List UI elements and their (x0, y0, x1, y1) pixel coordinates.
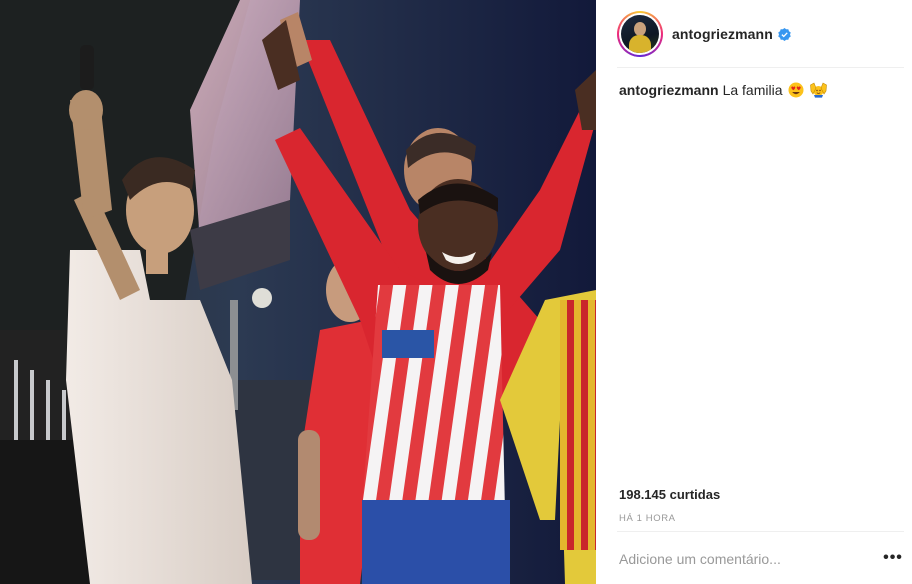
verified-badge-icon (778, 27, 791, 41)
comment-divider (617, 531, 904, 532)
post-caption: antogriezmann La familia (619, 81, 828, 99)
avatar[interactable] (621, 15, 659, 53)
story-ring[interactable] (617, 11, 663, 57)
comment-input[interactable] (619, 548, 859, 570)
username-link[interactable]: antogriezmann (672, 26, 773, 42)
post-side-panel: antogriezmann antogriezmann La familia 19… (596, 0, 912, 584)
more-options-button[interactable]: ••• (883, 548, 903, 568)
caption-username-link[interactable]: antogriezmann (619, 82, 719, 98)
likes-count[interactable]: 198.145 curtidas (619, 487, 720, 502)
post-header: antogriezmann (596, 0, 912, 68)
post-photo[interactable] (0, 0, 596, 584)
post-timestamp[interactable]: HÁ 1 HORA (619, 513, 676, 524)
more-options-icon: ••• (883, 549, 903, 566)
heart-eyes-emoji-icon (788, 82, 804, 98)
post-image (0, 0, 596, 584)
raising-hands-emoji-icon (810, 82, 828, 98)
caption-text: La familia (722, 82, 783, 98)
